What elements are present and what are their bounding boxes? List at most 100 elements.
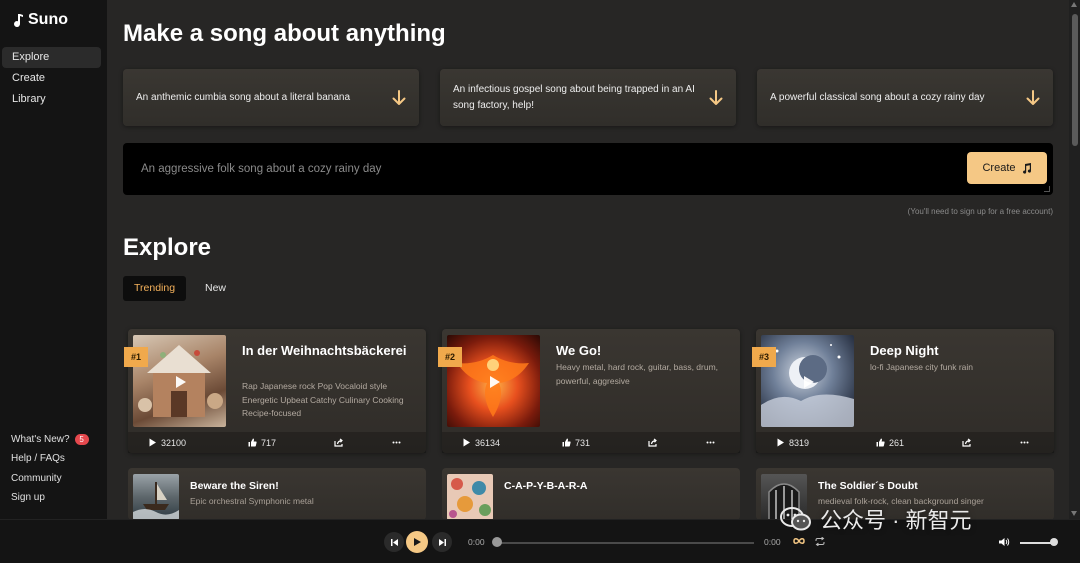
- play-count[interactable]: 8319: [776, 438, 876, 448]
- play-count-value: 8319: [789, 437, 810, 448]
- song-tags: Epic orchestral Symphonic metal: [190, 496, 314, 506]
- scroll-up-icon[interactable]: [1071, 2, 1077, 7]
- song-title[interactable]: Beware the Siren!: [190, 480, 279, 492]
- song-card-5[interactable]: C-A-P-Y-B-A-R-A: [442, 468, 740, 519]
- share-button[interactable]: [334, 438, 392, 447]
- tab-new[interactable]: New: [194, 276, 237, 301]
- prompt-text: An infectious gospel song about being tr…: [453, 83, 695, 111]
- song-title[interactable]: Deep Night: [870, 341, 1040, 360]
- more-options-button[interactable]: [392, 438, 401, 447]
- sidebar-nav: Explore Create Library: [2, 47, 101, 110]
- watermark-text: 公众号 · 新智元: [820, 508, 972, 533]
- next-track-button[interactable]: [432, 532, 452, 552]
- explore-heading: Explore: [123, 234, 212, 261]
- play-icon: [176, 376, 186, 388]
- create-button[interactable]: Create: [967, 152, 1047, 184]
- signup-note: (You'll need to sign up for a free accou…: [907, 207, 1053, 216]
- song-stats: 36134 731: [442, 432, 740, 453]
- like-count-value: 717: [261, 437, 277, 448]
- share-button[interactable]: [648, 438, 706, 447]
- share-icon: [962, 438, 971, 447]
- song-card-1[interactable]: #1 In der Weihnachtsbäckerei Rap Japanes…: [124, 329, 426, 453]
- total-time: 0:00: [764, 537, 781, 547]
- song-card-4[interactable]: Beware the Siren! Epic orchestral Sympho…: [128, 468, 426, 519]
- song-stats: 32100 717: [128, 432, 426, 453]
- infinity-loop-icon[interactable]: [793, 537, 805, 545]
- rank-badge: #1: [124, 347, 148, 367]
- share-button[interactable]: [962, 438, 1020, 447]
- music-note-icon: [14, 13, 23, 27]
- whats-new-label: What's New?: [11, 433, 70, 445]
- play-icon: [149, 438, 156, 447]
- sidebar-item-whats-new[interactable]: What's New? 5: [11, 430, 89, 450]
- page-scrollbar[interactable]: [1069, 0, 1080, 519]
- song-tags: Heavy metal, hard rock, guitar, bass, dr…: [556, 362, 719, 386]
- sidebar-item-library[interactable]: Library: [2, 89, 101, 110]
- prompt-suggestion-3[interactable]: A powerful classical song about a cozy r…: [757, 69, 1053, 126]
- song-stats: 8319 261: [756, 432, 1054, 453]
- prompt-suggestion-2[interactable]: An infectious gospel song about being tr…: [440, 69, 736, 126]
- play-icon: [777, 438, 784, 447]
- volume-slider[interactable]: [1020, 542, 1054, 544]
- ellipsis-icon: [1020, 441, 1029, 444]
- more-options-button[interactable]: [706, 438, 715, 447]
- sidebar-item-explore[interactable]: Explore: [2, 47, 101, 68]
- notification-badge: 5: [74, 434, 89, 446]
- song-card-3[interactable]: #3 Deep Night lo-fi Japanese city funk r…: [752, 329, 1054, 453]
- volume-icon[interactable]: [998, 537, 1010, 547]
- scrollbar-thumb[interactable]: [1072, 14, 1078, 146]
- prompt-suggestion-1[interactable]: An anthemic cumbia song about a literal …: [123, 69, 419, 126]
- current-time: 0:00: [468, 537, 485, 547]
- song-cover[interactable]: [447, 474, 493, 519]
- play-icon: [490, 376, 500, 388]
- like-count[interactable]: 717: [248, 438, 334, 448]
- progress-thumb[interactable]: [492, 537, 502, 547]
- share-icon: [334, 438, 343, 447]
- progress-track[interactable]: [496, 542, 754, 544]
- scroll-down-icon[interactable]: [1071, 511, 1077, 516]
- sidebar-item-signup[interactable]: Sign up: [11, 489, 89, 509]
- sidebar-item-help[interactable]: Help / FAQs: [11, 450, 89, 470]
- main-content: Make a song about anything An anthemic c…: [107, 0, 1069, 519]
- like-count[interactable]: 261: [876, 438, 962, 448]
- play-icon: [804, 376, 814, 388]
- song-cover[interactable]: [133, 474, 179, 519]
- like-count-value: 261: [889, 437, 905, 448]
- sidebar-item-create[interactable]: Create: [2, 68, 101, 89]
- prompt-text: An anthemic cumbia song about a literal …: [136, 91, 351, 103]
- sidebar-bottom-nav: What's New? 5 Help / FAQs Community Sign…: [11, 430, 89, 508]
- song-title[interactable]: In der Weihnachtsbäckerei: [242, 341, 412, 360]
- play-pause-button[interactable]: [406, 531, 428, 553]
- song-card-2[interactable]: #2 We Go! Heavy metal, hard rock, guitar…: [438, 329, 740, 453]
- like-count[interactable]: 731: [562, 438, 648, 448]
- song-title[interactable]: We Go!: [556, 341, 726, 360]
- music-note-icon: [1022, 162, 1031, 174]
- app-name: Suno: [28, 11, 68, 28]
- arrow-down-icon: [392, 89, 406, 105]
- page-title: Make a song about anything: [123, 20, 446, 47]
- arrow-down-icon: [1026, 89, 1040, 105]
- skip-back-icon: [390, 538, 398, 546]
- play-count[interactable]: 32100: [148, 438, 248, 448]
- thumbs-up-icon: [248, 438, 257, 447]
- share-icon: [648, 438, 657, 447]
- suno-logo[interactable]: Suno: [11, 11, 68, 29]
- song-tags: lo-fi Japanese city funk rain: [870, 362, 973, 372]
- tab-trending[interactable]: Trending: [123, 276, 187, 301]
- more-options-button[interactable]: [1020, 438, 1029, 447]
- play-icon: [414, 538, 421, 546]
- song-title[interactable]: The Soldier´s Doubt: [818, 480, 918, 492]
- ellipsis-icon: [706, 441, 715, 444]
- create-label: Create: [982, 162, 1016, 174]
- repeat-icon[interactable]: [815, 537, 825, 546]
- resize-handle[interactable]: [1044, 186, 1050, 192]
- ellipsis-icon: [392, 441, 401, 444]
- wechat-watermark: 公众号 · 新智元: [780, 503, 972, 535]
- volume-thumb[interactable]: [1050, 538, 1059, 546]
- sidebar-item-community[interactable]: Community: [11, 469, 89, 489]
- like-count-value: 731: [575, 437, 591, 448]
- song-prompt-input[interactable]: [141, 158, 941, 180]
- play-count[interactable]: 36134: [462, 438, 562, 448]
- song-title[interactable]: C-A-P-Y-B-A-R-A: [504, 480, 587, 492]
- previous-track-button[interactable]: [384, 532, 404, 552]
